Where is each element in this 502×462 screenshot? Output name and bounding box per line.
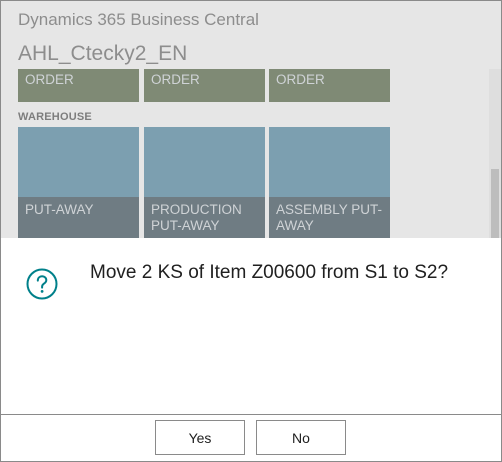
tile-order-1[interactable]: ORDER — [18, 69, 139, 102]
tile-label: PUT-AWAY — [25, 202, 94, 217]
tile-label: PRODUCTION PUT-AWAY — [151, 202, 242, 233]
no-button[interactable]: No — [256, 420, 346, 455]
confirm-dialog: Move 2 KS of Item Z00600 from S1 to S2? … — [1, 238, 501, 461]
dialog-message: Move 2 KS of Item Z00600 from S1 to S2? — [90, 262, 449, 283]
tile-label: ORDER — [25, 72, 74, 87]
background-page: Dynamics 365 Business Central AHL_Ctecky… — [1, 1, 501, 238]
tile-label: ORDER — [151, 72, 200, 87]
tile-order-3[interactable]: ORDER — [269, 69, 390, 102]
scrollbar-thumb[interactable] — [491, 169, 499, 238]
yes-button[interactable]: Yes — [155, 420, 245, 455]
app-title: Dynamics 365 Business Central — [18, 10, 259, 29]
tile-put-away[interactable]: PUT-AWAY — [18, 127, 139, 238]
dialog-divider — [1, 414, 501, 415]
app-window: Dynamics 365 Business Central AHL_Ctecky… — [0, 0, 502, 462]
tile-production-put-away[interactable]: PRODUCTION PUT-AWAY — [144, 127, 265, 238]
question-icon — [26, 268, 58, 300]
tile-order-2[interactable]: ORDER — [144, 69, 265, 102]
tile-label: ASSEMBLY PUT-AWAY — [276, 202, 383, 233]
tile-assembly-put-away[interactable]: ASSEMBLY PUT-AWAY — [269, 127, 390, 238]
tile-label: ORDER — [276, 72, 325, 87]
section-label-warehouse: WAREHOUSE — [18, 111, 92, 123]
company-name: AHL_Ctecky2_EN — [18, 42, 188, 65]
